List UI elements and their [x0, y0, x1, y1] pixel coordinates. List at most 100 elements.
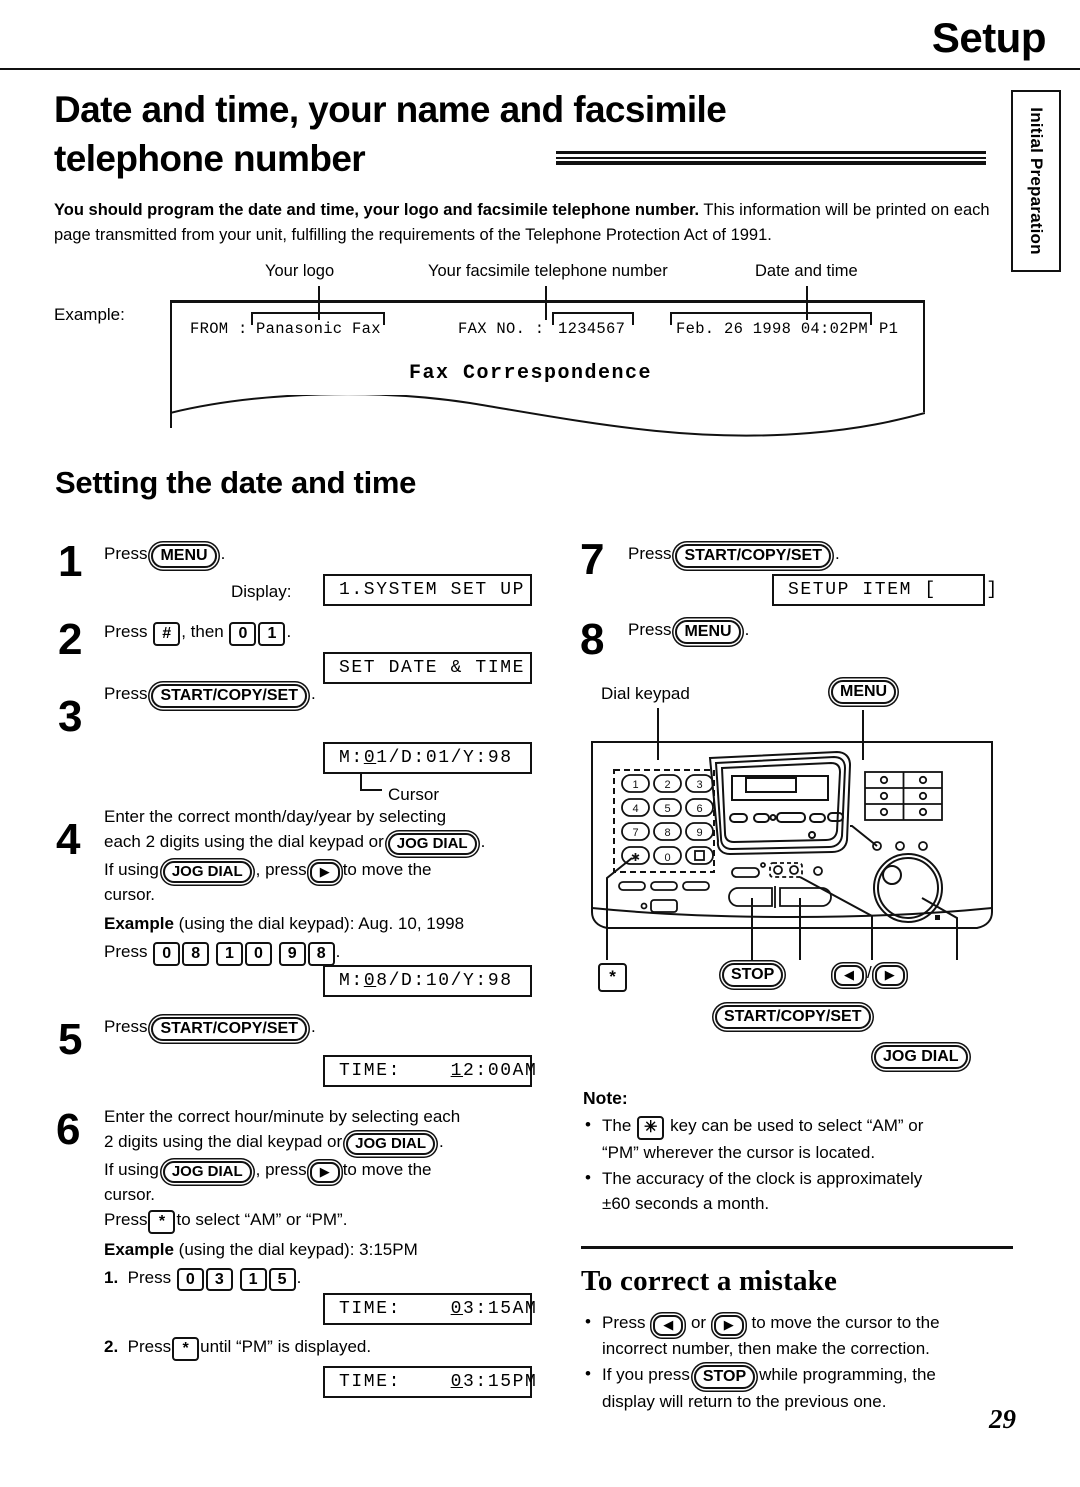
step-6-line4b: to select “AM” or “PM”. — [176, 1210, 348, 1230]
step-7-press-label: Press — [628, 544, 672, 563]
fax-number-label: FAX NO. : — [458, 320, 545, 338]
step-6-line1a: Enter the correct hour/minute by selecti… — [104, 1107, 461, 1126]
page-title-line1: Date and time, your name and facsimile — [54, 89, 727, 130]
lcd6b-cursor-digit: 0 — [450, 1372, 464, 1392]
step-6-line2a: If using — [104, 1160, 159, 1180]
svg-text:✱: ✱ — [631, 852, 640, 864]
step-6-sub1-num: 1. — [104, 1267, 119, 1287]
fax-body-text: Fax Correspondence — [409, 362, 653, 385]
step-4-line2a: If using — [104, 860, 159, 880]
page-number: 29 — [989, 1404, 1016, 1434]
step-8-period: . — [744, 620, 750, 639]
step-6-sub1-label: Press — [127, 1267, 172, 1287]
machine-callouts-bottom: * STOP ◀ / ▶ START/COPY/SET JOG DIAL — [0, 958, 1080, 1069]
note-b1-a: The — [602, 1116, 632, 1135]
step-4-line1b: each 2 digits using the dial keypad or — [104, 831, 384, 851]
right-arrow-key-ref-b[interactable]: ▶ — [309, 1162, 340, 1183]
lcd6a-post: 3:15AM — [463, 1299, 538, 1319]
step-4-text: Enter the correct month/day/year by sele… — [104, 805, 544, 966]
step-6-example-bold: Example — [104, 1239, 174, 1259]
star-key-ref-a[interactable]: * — [148, 1210, 176, 1234]
header-divider-rule — [0, 68, 1080, 70]
step-8-number: 8 — [580, 615, 605, 664]
numeric-key-1[interactable]: 1 — [258, 622, 286, 646]
step-2-number: 2 — [58, 615, 83, 664]
step-4-line2b: , press — [255, 860, 307, 880]
menu-key-ref-b[interactable]: MENU — [675, 620, 741, 644]
star-key-ref-b[interactable]: * — [172, 1337, 200, 1361]
step-4-line2c: to move the — [342, 860, 432, 880]
numeric-key-1b[interactable]: 1 — [239, 1267, 267, 1292]
jog-dial-key-ref-a[interactable]: JOG DIAL — [387, 832, 477, 856]
jog-dial-key-ref-d[interactable]: JOG DIAL — [162, 1161, 252, 1184]
svg-text:0: 0 — [664, 852, 670, 864]
numeric-key-5a[interactable]: 5 — [268, 1267, 296, 1292]
lcd3-cursor-digit: 0 — [363, 748, 377, 768]
step-6-sub2-text: 2. Press * until “PM” is displayed. — [104, 1335, 371, 1361]
left-arrow-key-callout[interactable]: ◀ — [834, 965, 864, 986]
note-heading: Note: — [583, 1088, 628, 1108]
right-arrow-key-callout[interactable]: ▶ — [874, 965, 905, 986]
right-arrow-key-ref-c[interactable]: ▶ — [713, 1315, 744, 1336]
start-copy-set-key-callout[interactable]: START/COPY/SET — [715, 1005, 871, 1029]
stop-key-ref[interactable]: STOP — [693, 1365, 756, 1389]
corr-b1-b: or — [690, 1313, 707, 1332]
step-7-number: 7 — [580, 535, 605, 584]
svg-text:8: 8 — [664, 827, 670, 839]
left-arrow-key-ref[interactable]: ◀ — [653, 1315, 684, 1336]
svg-text:2: 2 — [664, 779, 670, 791]
svg-text:3: 3 — [696, 779, 702, 791]
side-tab-label: Initial Preparation — [1027, 107, 1046, 255]
arrow-keys-callout: ◀ / ▶ — [831, 963, 908, 986]
lcd-display-3: M: 0 1/D:01/Y:98 — [323, 742, 532, 774]
numeric-key-3a[interactable]: 3 — [205, 1267, 233, 1292]
lcd-display-6b: TIME: 0 3:15PM — [323, 1366, 536, 1398]
fax-from-label: FROM : — [190, 320, 248, 338]
side-tab-initial-preparation: Initial Preparation — [1011, 90, 1061, 272]
callout-dial-keypad: Dial keypad — [601, 684, 690, 703]
numeric-key-0c[interactable]: 0 — [176, 1267, 204, 1292]
page-section-title: Setup — [931, 14, 1047, 61]
step-6-line1b: 2 digits using the dial keypad or — [104, 1131, 343, 1151]
step-4-line1a: Enter the correct month/day/year by sele… — [104, 807, 447, 826]
jog-dial-key-ref-c[interactable]: JOG DIAL — [346, 1132, 435, 1156]
star-key-ref-c[interactable]: ✳ — [637, 1116, 665, 1140]
right-arrow-key-ref-a[interactable]: ▶ — [309, 862, 340, 883]
corr-b2-d: display will return to the previous one. — [602, 1391, 887, 1411]
svg-text:1: 1 — [632, 779, 638, 791]
note-b2-a: The accuracy of the clock is approximate… — [602, 1168, 923, 1188]
step-2-press-label: Press — [104, 622, 148, 641]
example-fax-sheet: FROM : Panasonic Fax FAX NO. : 1234567 F… — [170, 300, 925, 437]
lcd6b-post: 3:15PM — [463, 1372, 538, 1392]
lcd-display-7: SETUP ITEM [ ] — [772, 574, 997, 606]
corr-b1-c: to move the cursor to the — [751, 1313, 940, 1332]
jog-dial-key-ref-b[interactable]: JOG DIAL — [162, 861, 252, 884]
note-bullet-1: The ✳ key can be used to select “AM” or … — [583, 1112, 1003, 1165]
step-6-line2c: to move the — [342, 1160, 432, 1180]
step-7-period: . — [834, 544, 840, 563]
step-1-period: . — [220, 544, 226, 563]
fax-page-marker: P1 — [879, 320, 899, 338]
corr-b2-a: If you press — [602, 1365, 690, 1385]
menu-key-ref[interactable]: MENU — [151, 544, 217, 568]
fax-number-value: 1234567 — [558, 320, 626, 338]
menu-key-callout[interactable]: MENU — [831, 680, 897, 704]
star-key-callout[interactable]: * — [598, 963, 627, 992]
corr-b1-d: incorrect number, then make the correcti… — [602, 1338, 930, 1358]
jog-dial-key-callout[interactable]: JOG DIAL — [874, 1045, 968, 1069]
fax-machine-illustration: 1 2 3 4 5 6 7 8 9 ✱ 0 — [572, 730, 1012, 960]
section-heading-setting: Setting the date and time — [55, 465, 417, 500]
step-1-display-label: Display: — [231, 582, 292, 601]
numeric-key-0[interactable]: 0 — [229, 622, 257, 646]
stop-key-callout[interactable]: STOP — [722, 963, 784, 987]
page-title: Date and time, your name and facsimile t… — [54, 86, 894, 184]
arrow-separator: / — [867, 963, 872, 982]
corr-b1-a: Press — [602, 1313, 646, 1332]
correct-bullet-list: Press ◀ or ▶ to move the cursor to the i… — [583, 1309, 1008, 1415]
note-b2-c: ±60 seconds a month. — [602, 1193, 770, 1213]
step-1-press-label: Press — [104, 544, 148, 563]
start-copy-set-key-ref-c[interactable]: START/COPY/SET — [675, 544, 831, 568]
hash-key-ref[interactable]: # — [153, 622, 181, 646]
step-6-line3: cursor. — [104, 1185, 156, 1205]
step-6-number: 6 — [56, 1105, 81, 1154]
